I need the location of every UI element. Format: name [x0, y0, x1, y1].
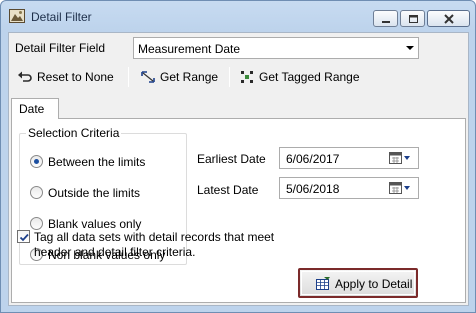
latest-date-value: 5/06/2018	[286, 182, 340, 196]
calendar-dropdown-icon[interactable]	[389, 151, 413, 165]
app-image-icon	[9, 9, 25, 23]
earliest-date-label: Earliest Date	[197, 152, 266, 166]
tag-data-sets-label: Tag all data sets with detail records th…	[34, 230, 275, 259]
toolbar-separator	[128, 67, 129, 87]
radio-label: Between the limits	[48, 155, 146, 169]
reset-to-none-label: Reset to None	[37, 70, 114, 84]
latest-date-label: Latest Date	[197, 183, 259, 197]
latest-date-picker[interactable]: 5/06/2018	[279, 177, 419, 199]
get-tagged-range-button[interactable]: Get Tagged Range	[239, 67, 369, 87]
radio-circle	[30, 217, 43, 230]
reset-to-none-button[interactable]: Reset to None	[17, 67, 127, 87]
get-range-label: Get Range	[160, 70, 219, 84]
tab-date[interactable]: Date	[11, 98, 59, 119]
title-bar[interactable]: Detail Filter	[1, 1, 475, 31]
undo-arrow-icon	[18, 71, 32, 82]
radio-circle	[30, 186, 43, 199]
radio-circle	[30, 155, 43, 168]
apply-filter-icon	[316, 277, 330, 290]
radio-label: Outside the limits	[48, 186, 141, 200]
selection-criteria-legend: Selection Criteria	[26, 126, 122, 140]
radio-label: Blank values only	[48, 217, 142, 231]
get-tagged-range-label: Get Tagged Range	[259, 70, 360, 84]
apply-to-detail-label: Apply to Detail	[335, 277, 413, 291]
calendar-dropdown-icon[interactable]	[389, 181, 413, 195]
minimize-button[interactable]	[373, 10, 398, 27]
filter-field-label: Detail Filter Field	[15, 41, 106, 55]
get-range-button[interactable]: Get Range	[140, 67, 220, 87]
tagged-range-icon	[241, 71, 253, 83]
detail-filter-window: Detail Filter Detail Filter Field Measur…	[0, 0, 476, 313]
filter-field-value: Measurement Date	[138, 42, 241, 56]
tag-data-sets-checkbox[interactable]	[17, 230, 30, 243]
close-icon	[444, 14, 454, 24]
dialog-client-area: Detail Filter Field Measurement Date Res…	[8, 32, 469, 306]
earliest-date-value: 6/06/2017	[286, 152, 340, 166]
earliest-date-picker[interactable]: 6/06/2017	[279, 147, 419, 169]
radio-selected-dot	[34, 159, 39, 164]
toolbar-separator	[229, 67, 230, 87]
checkmark-icon	[19, 233, 29, 242]
filter-field-dropdown[interactable]: Measurement Date	[133, 37, 419, 59]
tab-date-label: Date	[19, 102, 45, 116]
range-icon	[141, 71, 155, 83]
maximize-button[interactable]	[400, 10, 425, 27]
chevron-down-icon	[406, 46, 414, 50]
maximize-icon	[409, 15, 418, 23]
close-button[interactable]	[427, 10, 470, 27]
window-title: Detail Filter	[31, 10, 92, 24]
minimize-icon	[382, 21, 390, 23]
apply-to-detail-button[interactable]: Apply to Detail	[298, 268, 418, 298]
